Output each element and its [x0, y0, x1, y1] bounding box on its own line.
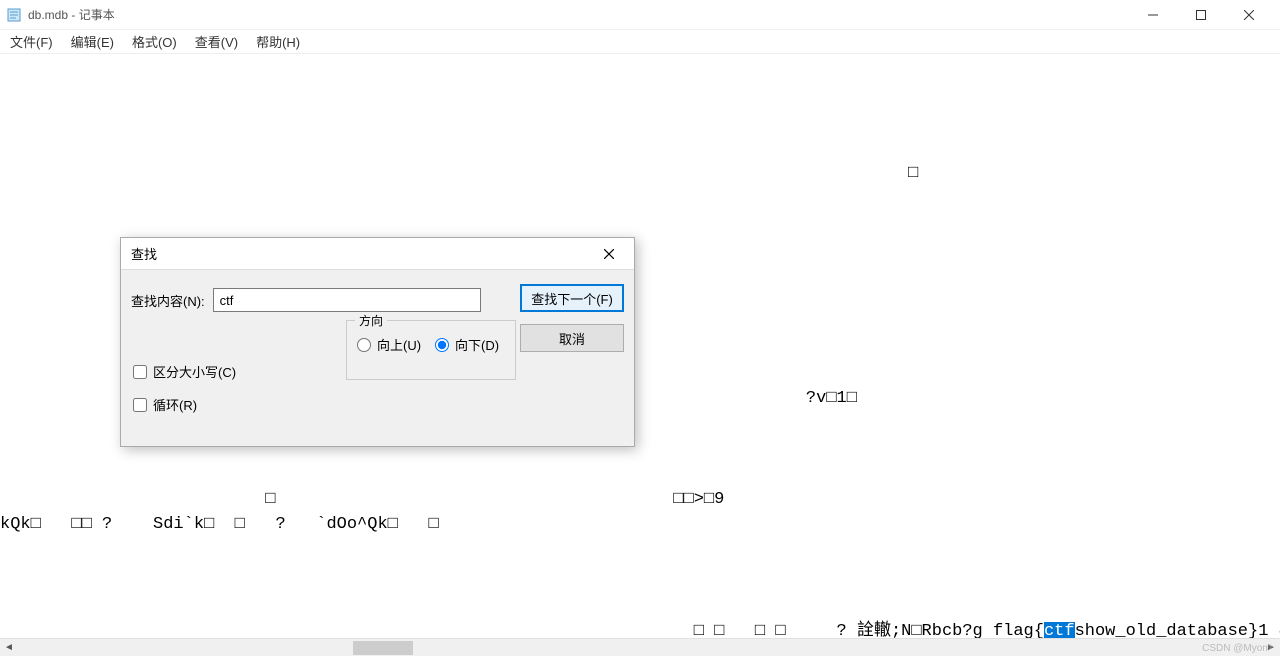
direction-group-label: 方向 — [355, 312, 387, 329]
check-wrap-label: 循环(R) — [153, 395, 197, 414]
find-input[interactable] — [213, 288, 481, 312]
dialog-body: 查找内容(N): 查找下一个(F) 取消 方向 向上(U) 向下(D) 区分大小… — [121, 270, 634, 446]
notepad-icon — [6, 7, 22, 23]
dialog-close-button[interactable] — [594, 238, 624, 269]
watermark: CSDN @Myon⁵ — [1202, 643, 1272, 654]
radio-down[interactable]: 向下(D) — [435, 335, 499, 354]
titlebar: db.mdb - 记事本 — [0, 0, 1280, 30]
menubar: 文件(F) 编辑(E) 格式(O) 查看(V) 帮助(H) — [0, 30, 1280, 54]
close-button[interactable] — [1234, 5, 1264, 25]
find-dialog: 查找 查找内容(N): 查找下一个(F) 取消 方向 向上(U) 向下(D) 区… — [120, 237, 635, 447]
check-wrap[interactable]: 循环(R) — [133, 395, 236, 414]
horizontal-scrollbar[interactable]: ◄ ► — [0, 638, 1280, 656]
menu-file[interactable]: 文件(F) — [6, 30, 57, 53]
check-case[interactable]: 区分大小写(C) — [133, 362, 236, 381]
scroll-left-arrow[interactable]: ◄ — [0, 639, 18, 657]
text-fragment: □ □ □ □ ? 詮轍;N□Rbcb?g flag{ — [0, 622, 1044, 638]
scroll-thumb[interactable] — [353, 641, 413, 655]
radio-up-input[interactable] — [357, 338, 371, 352]
text-line: □ — [0, 164, 1280, 183]
text-fragment: show_old_database}1 8 6 — [1075, 622, 1280, 638]
dialog-title: 查找 — [131, 244, 157, 263]
radio-up[interactable]: 向上(U) — [357, 335, 421, 354]
text-line: kQk□ □□ ? Sdi`k□ □ ? `dOo^Qk□ □ — [0, 515, 1280, 534]
radio-down-label: 向下(D) — [455, 335, 499, 354]
menu-edit[interactable]: 编辑(E) — [67, 30, 118, 53]
window-title: db.mdb - 记事本 — [28, 6, 115, 23]
find-label: 查找内容(N): — [131, 291, 205, 310]
maximize-button[interactable] — [1186, 5, 1216, 25]
text-line: □ □□>□9 — [0, 490, 1280, 509]
menu-help[interactable]: 帮助(H) — [252, 30, 304, 53]
check-case-label: 区分大小写(C) — [153, 362, 236, 381]
search-highlight: ctf — [1044, 622, 1075, 638]
minimize-button[interactable] — [1138, 5, 1168, 25]
radio-up-label: 向上(U) — [377, 335, 421, 354]
find-next-button[interactable]: 查找下一个(F) — [520, 284, 624, 312]
radio-down-input[interactable] — [435, 338, 449, 352]
cancel-button[interactable]: 取消 — [520, 324, 624, 352]
direction-group: 方向 向上(U) 向下(D) — [346, 320, 516, 380]
text-line: □ □ □ □ ? 詮轍;N□Rbcb?g flag{ctfshow_old_d… — [0, 615, 1280, 638]
check-case-input[interactable] — [133, 365, 147, 379]
scroll-track[interactable] — [18, 639, 1262, 656]
check-wrap-input[interactable] — [133, 398, 147, 412]
dialog-titlebar[interactable]: 查找 — [121, 238, 634, 270]
window-controls — [1138, 5, 1274, 25]
menu-view[interactable]: 查看(V) — [191, 30, 242, 53]
menu-format[interactable]: 格式(O) — [128, 30, 181, 53]
